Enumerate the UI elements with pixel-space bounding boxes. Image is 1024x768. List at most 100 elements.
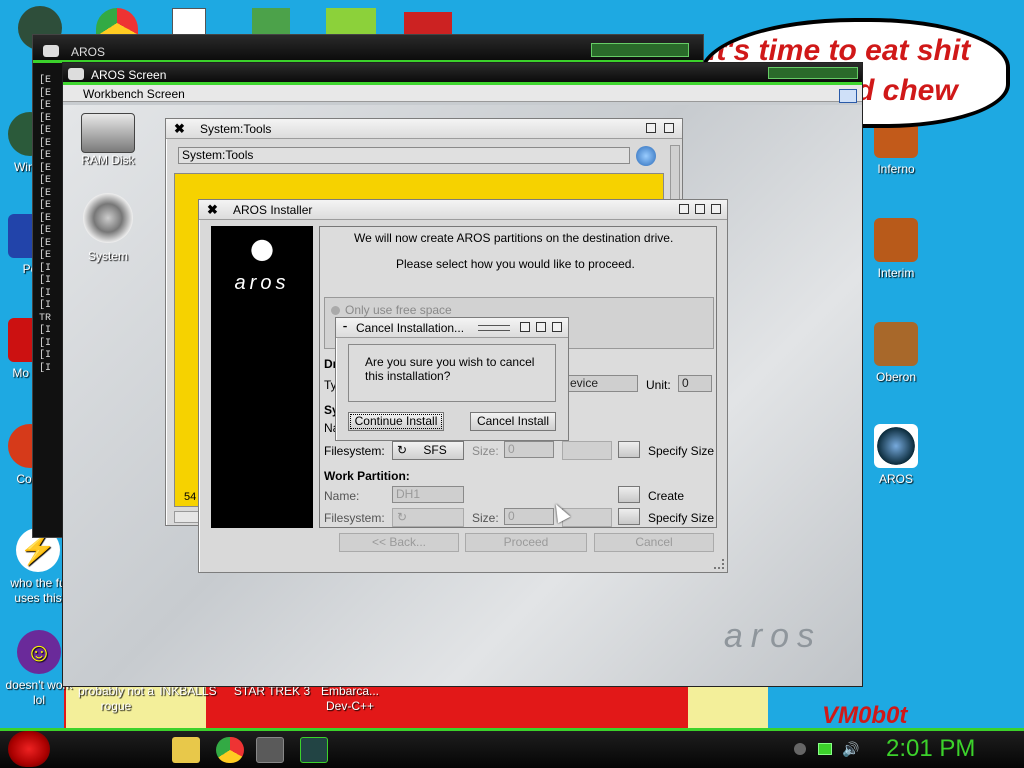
proceed-button[interactable]: Proceed <box>465 533 587 552</box>
work-name-label: Name: <box>324 489 360 503</box>
icon-label: System <box>87 249 128 263</box>
system-icon[interactable]: System <box>75 193 141 263</box>
device-field[interactable]: evice <box>566 375 638 392</box>
sys-specify-size-checkbox[interactable] <box>618 441 640 458</box>
aros-logo-watermark: aros <box>723 617 822 655</box>
depth-gadget-icon[interactable] <box>664 123 674 133</box>
installer-logo-text: aros <box>234 272 290 294</box>
cancel-dialog: ⁃ Cancel Installation... Are you sure yo… <box>335 317 569 441</box>
iconify-gadget-icon[interactable] <box>520 322 530 332</box>
desktop-wallpaper-yellow-right <box>688 686 768 728</box>
desktop-icon-interim[interactable]: Interim <box>856 218 936 281</box>
work-size-unit-cycle[interactable] <box>562 508 612 527</box>
desktop-icon-rogue[interactable]: probably not a rogue <box>76 684 156 714</box>
window-controls[interactable] <box>591 43 689 57</box>
aros-eye-icon <box>874 424 918 468</box>
cancel-install-button[interactable]: Cancel Install <box>470 412 556 431</box>
cancel-dialog-titlebar[interactable]: ⁃ Cancel Installation... <box>336 318 568 338</box>
shield-icon[interactable] <box>252 8 290 36</box>
taskbar-clock[interactable]: 2:01 PM <box>886 735 975 763</box>
installer-title: AROS Installer <box>233 203 313 217</box>
depth-gadget-icon[interactable] <box>552 322 562 332</box>
intro-line-1: We will now create AROS partitions on th… <box>354 231 674 245</box>
host-window-titlebar[interactable]: AROS <box>33 35 703 63</box>
continue-install-button[interactable]: Continue Install <box>348 412 444 431</box>
aros-screen-titlebar[interactable]: AROS Screen <box>63 63 862 85</box>
gear-app-icon <box>874 322 918 366</box>
cycle-icon: ↻ <box>397 443 408 457</box>
tray-chevron-icon[interactable] <box>794 743 806 755</box>
parent-dir-icon[interactable] <box>636 146 656 166</box>
work-create-label: Create <box>648 489 685 503</box>
unit-field[interactable]: 0 <box>678 375 712 392</box>
desktop-icon-label: Oberon <box>875 370 917 384</box>
yahoo-messenger-icon: ☺ <box>17 630 61 674</box>
desktop-icon-label: AROS <box>878 472 913 486</box>
work-specify-size-label: Specify Size <box>648 511 715 525</box>
disk-drive-icon <box>81 113 135 153</box>
ram-disk-icon[interactable]: RAM Disk <box>75 113 141 167</box>
work-specify-size-checkbox[interactable] <box>618 508 640 525</box>
desktop-icon-aros[interactable]: AROS <box>856 424 936 487</box>
installer-titlebar[interactable]: ✖ AROS Installer <box>199 200 727 220</box>
close-icon[interactable]: ✖ <box>174 121 185 137</box>
drag-bar[interactable] <box>478 325 510 331</box>
tray-network-icon[interactable] <box>818 743 832 755</box>
tools-status: 54 <box>184 491 197 503</box>
work-create-checkbox[interactable] <box>618 486 640 503</box>
taskbar-aros-icon[interactable] <box>300 737 328 763</box>
sys-filesystem-cycle[interactable]: ↻ SFS <box>392 441 464 460</box>
work-filesystem-cycle[interactable]: ↻ <box>392 508 464 527</box>
desktop-icon-label: who the fu uses this <box>10 576 66 605</box>
solitaire-icon[interactable] <box>172 8 206 36</box>
work-size-label: Size: <box>472 511 499 525</box>
desktop-icon-oberon[interactable]: Oberon <box>856 322 936 385</box>
depth-gadget-icon[interactable] <box>839 89 857 103</box>
workbench-bar: Workbench Screen <box>63 85 862 103</box>
tools-window-title: System:Tools <box>200 122 272 136</box>
dialog-close-icon[interactable]: ⁃ <box>342 320 348 334</box>
angry-birds-pig-icon[interactable] <box>326 8 376 36</box>
iconify-gadget-icon[interactable] <box>679 204 689 214</box>
unit-label: Unit: <box>646 378 671 392</box>
zoom-gadget-icon[interactable] <box>695 204 705 214</box>
start-button[interactable] <box>8 731 50 767</box>
desktop-icon-label: probably not a rogue <box>77 684 155 713</box>
tray-volume-icon[interactable]: 🔊 <box>842 741 859 758</box>
tools-window-titlebar[interactable]: ✖ System:Tools <box>166 119 682 139</box>
aros-screen-title: AROS Screen <box>91 68 167 82</box>
zoom-gadget-icon[interactable] <box>536 322 546 332</box>
taskbar-app-icon[interactable] <box>256 737 284 763</box>
back-button[interactable]: << Back... <box>339 533 459 552</box>
path-field[interactable]: System:Tools <box>178 147 630 164</box>
taskbar-chrome-icon[interactable] <box>216 737 244 763</box>
work-heading: Work Partition: <box>324 469 410 483</box>
harddisk-icon <box>83 193 133 243</box>
sys-specify-size-label: Specify Size <box>648 444 715 458</box>
desktop-icon-devcpp[interactable]: Embarca... Dev-C++ <box>310 684 390 714</box>
speech-bubble-line2: d chew <box>856 74 958 107</box>
desktop-icon-label: Embarca... Dev-C++ <box>320 684 380 713</box>
sys-size-label: Size: <box>472 444 499 458</box>
sys-size-field[interactable]: 0 <box>504 441 554 458</box>
work-name-field[interactable]: DH1 <box>392 486 464 503</box>
sys-filesystem-value: SFS <box>423 443 447 457</box>
cancel-message-box: Are you sure you wish to cancel this ins… <box>348 344 556 402</box>
aros-logo-icon <box>68 68 84 80</box>
flag-icon[interactable] <box>404 12 452 36</box>
host-window-title: AROS <box>71 45 106 59</box>
option-free-space-label: Only use free space <box>345 303 452 317</box>
zoom-gadget-icon[interactable] <box>646 123 656 133</box>
folder-app-icon <box>874 218 918 262</box>
sys-size-unit-cycle[interactable] <box>562 441 612 460</box>
resize-grip-icon[interactable] <box>714 559 724 569</box>
intro-line-2: Please select how you would like to proc… <box>396 257 635 271</box>
taskbar-folder-icon[interactable] <box>172 737 200 763</box>
window-controls[interactable] <box>768 67 858 79</box>
close-icon[interactable]: ✖ <box>207 202 218 218</box>
cancel-button[interactable]: Cancel <box>594 533 714 552</box>
radio-free-space[interactable] <box>331 306 340 315</box>
depth-gadget-icon[interactable] <box>711 204 721 214</box>
work-size-field[interactable]: 0 <box>504 508 554 525</box>
icon-label: RAM Disk <box>81 153 135 167</box>
